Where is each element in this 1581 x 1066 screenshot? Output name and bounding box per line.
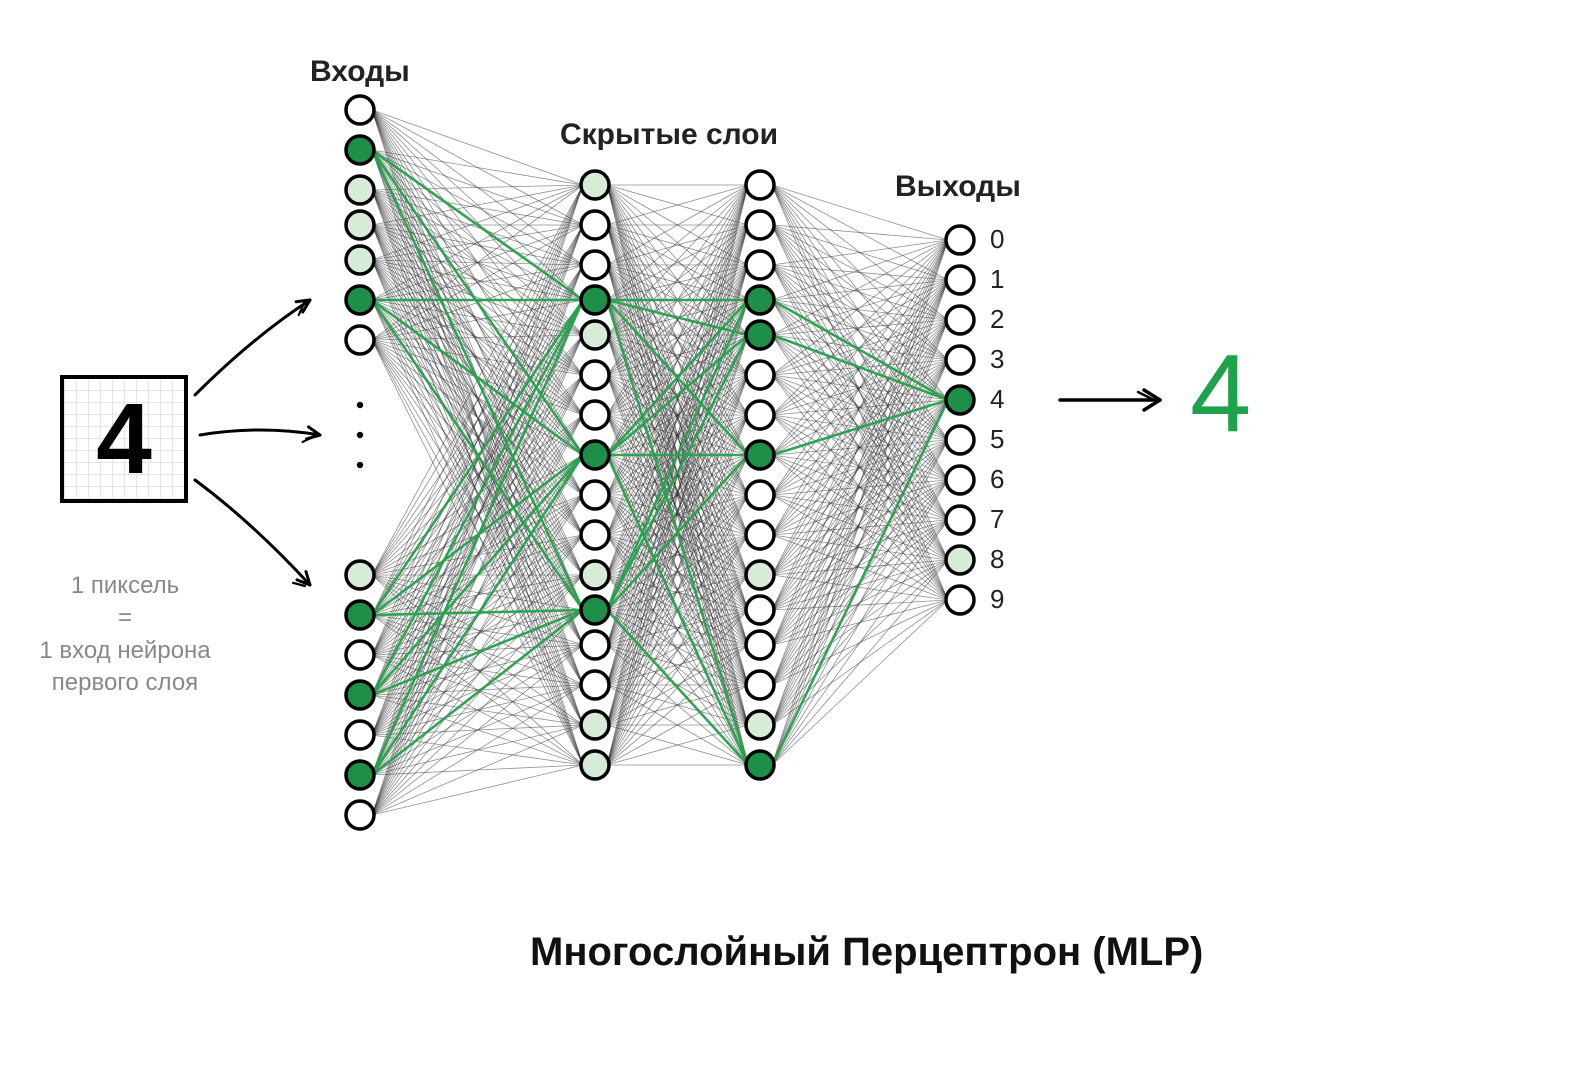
output-node-4: [946, 386, 974, 414]
input-node-7: [346, 561, 374, 589]
output-node-3: [946, 346, 974, 374]
input-node-8: [346, 601, 374, 629]
hidden2-node-0: [746, 171, 774, 199]
hidden2-node-8: [746, 481, 774, 509]
hidden2-node-4: [746, 321, 774, 349]
output-node-1: [946, 266, 974, 294]
hidden1-node-15: [581, 751, 609, 779]
hidden2-node-3: [746, 286, 774, 314]
hidden2-node-10: [746, 561, 774, 589]
hidden2-node-14: [746, 711, 774, 739]
hidden1-node-11: [581, 596, 609, 624]
hidden1-node-10: [581, 561, 609, 589]
input-node-1: [346, 136, 374, 164]
output-node-9: [946, 586, 974, 614]
hidden1-node-6: [581, 401, 609, 429]
hidden1-node-3: [581, 286, 609, 314]
hidden1-node-12: [581, 631, 609, 659]
network-svg: [0, 0, 1581, 1066]
output-node-2: [946, 306, 974, 334]
output-node-5: [946, 426, 974, 454]
hidden2-node-2: [746, 251, 774, 279]
hidden1-node-13: [581, 671, 609, 699]
hidden1-node-0: [581, 171, 609, 199]
output-node-8: [946, 546, 974, 574]
hidden2-node-9: [746, 521, 774, 549]
input-node-0: [346, 96, 374, 124]
hidden2-node-12: [746, 631, 774, 659]
hidden1-node-8: [581, 481, 609, 509]
hidden1-node-5: [581, 361, 609, 389]
input-node-11: [346, 721, 374, 749]
hidden1-node-14: [581, 711, 609, 739]
hidden2-node-15: [746, 751, 774, 779]
input-node-2: [346, 176, 374, 204]
hidden1-node-7: [581, 441, 609, 469]
input-node-6: [346, 326, 374, 354]
hidden1-node-4: [581, 321, 609, 349]
input-node-5: [346, 286, 374, 314]
hidden2-node-1: [746, 211, 774, 239]
hidden2-node-7: [746, 441, 774, 469]
input-node-12: [346, 761, 374, 789]
output-node-7: [946, 506, 974, 534]
hidden2-node-13: [746, 671, 774, 699]
hidden2-node-5: [746, 361, 774, 389]
input-node-4: [346, 246, 374, 274]
hidden1-node-2: [581, 251, 609, 279]
input-node-10: [346, 681, 374, 709]
input-node-13: [346, 801, 374, 829]
hidden2-node-11: [746, 596, 774, 624]
hidden2-node-6: [746, 401, 774, 429]
hidden1-node-9: [581, 521, 609, 549]
output-node-0: [946, 226, 974, 254]
hidden1-node-1: [581, 211, 609, 239]
input-node-9: [346, 641, 374, 669]
output-node-6: [946, 466, 974, 494]
input-node-3: [346, 211, 374, 239]
